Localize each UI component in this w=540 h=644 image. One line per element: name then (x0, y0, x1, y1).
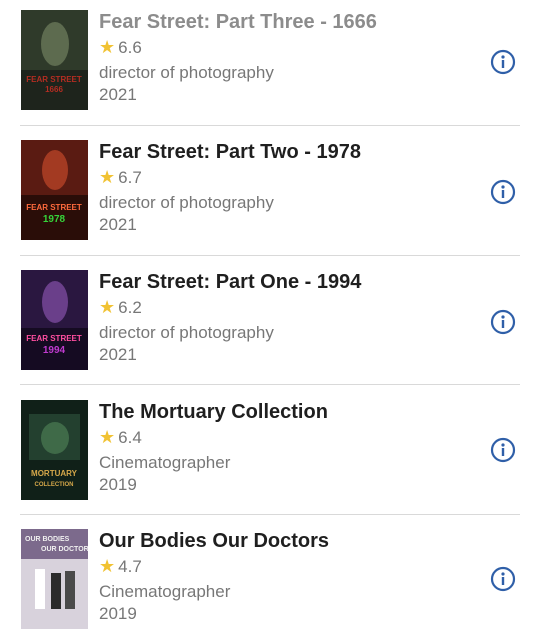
divider (20, 125, 520, 126)
star-icon: ★ (99, 556, 116, 576)
film-item[interactable]: FEAR STREET 1978 Fear Street: Part Two -… (0, 140, 540, 255)
film-role: director of photography (99, 193, 274, 212)
film-year: 2019 (99, 604, 137, 623)
svg-text:1994: 1994 (43, 345, 66, 356)
poster-image[interactable]: OUR BODIES OUR DOCTORS (21, 529, 88, 629)
rating: ★ 6.6 (99, 36, 142, 59)
rating: ★ 6.2 (99, 296, 142, 319)
film-title[interactable]: Our Bodies Our Doctors (99, 529, 329, 553)
svg-text:1666: 1666 (45, 85, 63, 94)
film-role: Cinematographer (99, 453, 231, 472)
rating-value: 4.7 (118, 557, 142, 576)
rating-value: 6.7 (118, 168, 142, 187)
film-year: 2021 (99, 215, 137, 234)
divider (20, 384, 520, 385)
info-icon[interactable] (490, 179, 516, 205)
svg-text:OUR DOCTORS: OUR DOCTORS (41, 546, 88, 553)
svg-text:COLLECTION: COLLECTION (35, 482, 74, 488)
svg-text:OUR BODIES: OUR BODIES (25, 536, 70, 543)
poster-image[interactable]: FEAR STREET 1994 (21, 270, 88, 370)
svg-text:1978: 1978 (43, 214, 66, 225)
film-role: Cinematographer (99, 582, 231, 601)
svg-text:MORTUARY: MORTUARY (31, 469, 78, 478)
film-title[interactable]: Fear Street: Part Two - 1978 (99, 140, 361, 164)
rating-value: 6.4 (118, 428, 142, 447)
info-icon[interactable] (490, 437, 516, 463)
divider (20, 514, 520, 515)
film-title[interactable]: The Mortuary Collection (99, 400, 328, 424)
rating-value: 6.2 (118, 298, 142, 317)
film-item[interactable]: FEAR STREET 1994 Fear Street: Part One -… (0, 270, 540, 385)
star-icon: ★ (99, 427, 116, 447)
info-icon[interactable] (490, 49, 516, 75)
rating: ★ 6.4 (99, 426, 142, 449)
film-year: 2021 (99, 345, 137, 364)
svg-text:FEAR STREET: FEAR STREET (26, 334, 82, 343)
info-icon[interactable] (490, 566, 516, 592)
info-icon[interactable] (490, 309, 516, 335)
poster-image[interactable]: FEAR STREET 1978 (21, 140, 88, 240)
film-role: director of photography (99, 63, 274, 82)
svg-text:FEAR STREET: FEAR STREET (26, 203, 82, 212)
star-icon: ★ (99, 37, 116, 57)
poster-image[interactable]: MORTUARY COLLECTION (21, 400, 88, 500)
film-role: director of photography (99, 323, 274, 342)
film-year: 2021 (99, 85, 137, 104)
divider (20, 255, 520, 256)
rating: ★ 4.7 (99, 555, 142, 578)
film-title[interactable]: Fear Street: Part Three - 1666 (99, 10, 377, 34)
film-item[interactable]: MORTUARY COLLECTION The Mortuary Collect… (0, 400, 540, 515)
star-icon: ★ (99, 297, 116, 317)
star-icon: ★ (99, 167, 116, 187)
film-title[interactable]: Fear Street: Part One - 1994 (99, 270, 361, 294)
film-year: 2019 (99, 475, 137, 494)
svg-text:FEAR STREET: FEAR STREET (26, 75, 82, 84)
rating: ★ 6.7 (99, 166, 142, 189)
poster-image[interactable]: FEAR STREET 1666 (21, 10, 88, 110)
rating-value: 6.6 (118, 38, 142, 57)
film-item[interactable]: FEAR STREET 1666 Fear Street: Part Three… (0, 10, 540, 125)
film-item[interactable]: OUR BODIES OUR DOCTORS Our Bodies Our Do… (0, 529, 540, 644)
